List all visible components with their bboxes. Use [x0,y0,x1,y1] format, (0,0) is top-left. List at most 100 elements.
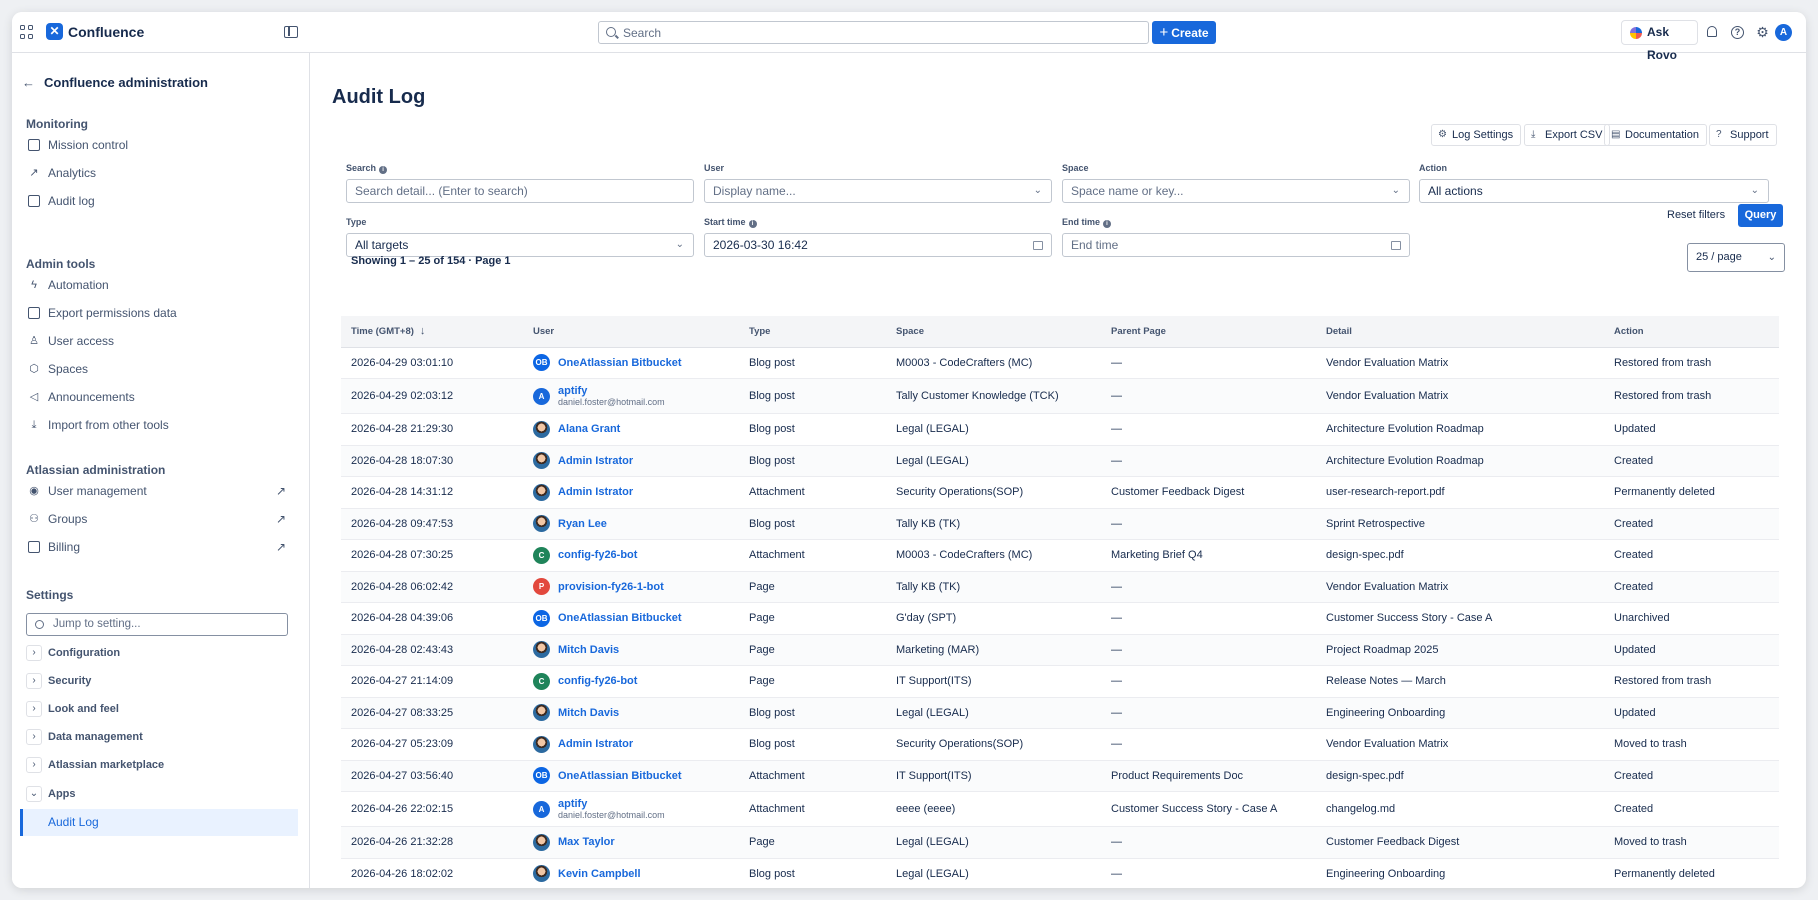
end-time-input[interactable]: End time [1062,233,1410,257]
space-filter-select[interactable]: Space name or key... ⌄ [1062,179,1410,203]
user-avatar[interactable] [533,641,550,659]
documentation-button[interactable]: ▤ Documentation [1604,124,1707,146]
user-name-link[interactable]: Mitch Davis [558,644,619,656]
sidebar-item-import[interactable]: ⤓ Import from other tools [26,412,296,438]
user-avatar[interactable]: C [533,546,550,564]
cell-detail[interactable]: Vendor Evaluation Matrix [1316,571,1604,603]
user-name-link[interactable]: config-fy26-bot [558,675,637,687]
user-name-link[interactable]: OneAtlassian Bitbucket [558,357,681,369]
user-avatar[interactable] [533,483,550,501]
table-export-icon [28,307,40,319]
global-search-input[interactable]: Search [598,21,1149,44]
action-filter-label: Action [1419,163,1447,173]
sidebar-item-audit-log[interactable]: Audit log [26,188,296,214]
sidebar-item-user-management[interactable]: ◉ User management ↗ [26,478,296,504]
user-avatar[interactable] [533,515,550,533]
cell-detail[interactable]: Architecture Evolution Roadmap [1316,413,1604,446]
app-switcher-icon[interactable] [20,25,34,39]
user-name-link[interactable]: Mitch Davis [558,707,619,719]
user-name-link[interactable]: Admin Istrator [558,486,633,498]
settings-item-look-and-feel[interactable]: › Look and feel [26,698,296,720]
user-avatar[interactable]: OB [533,354,550,372]
user-avatar[interactable] [533,452,550,470]
settings-item-security[interactable]: › Security [26,670,296,692]
user-avatar[interactable]: OB [533,767,550,785]
user-name-link[interactable]: Alana Grant [558,423,620,435]
column-header-time[interactable]: Time (GMT+8) ↓ [341,316,523,348]
user-name-link[interactable]: config-fy26-bot [558,549,637,561]
create-button[interactable]: + Create [1152,21,1216,44]
export-csv-button[interactable]: ⤓ Export CSV [1524,124,1611,146]
back-to-admin-link[interactable]: ← Confluence administration [22,75,208,90]
reset-filters-button[interactable]: Reset filters [1667,209,1725,221]
log-settings-button[interactable]: ⚙ Log Settings [1431,124,1522,146]
cell-parent-page[interactable]: Customer Success Story - Case A [1101,791,1316,827]
type-filter-select[interactable]: All targets ⌄ [346,233,694,257]
user-avatar[interactable]: A [533,387,550,405]
confluence-logo-icon[interactable]: ✕ [46,23,63,40]
user-name-link[interactable]: Kevin Campbell [558,868,641,880]
user-name-link[interactable]: Admin Istrator [558,738,633,750]
sidebar-item-spaces[interactable]: ⬡ Spaces [26,356,296,382]
search-detail-input[interactable]: Search detail... (Enter to search) [346,179,694,203]
user-avatar[interactable] [533,420,550,438]
cell-parent-page[interactable]: Product Requirements Doc [1101,760,1316,792]
user-avatar[interactable] [533,865,550,883]
sidebar-item-billing[interactable]: Billing ↗ [26,534,296,560]
sidebar-item-user-access[interactable]: ♙ User access [26,328,296,354]
settings-item-apps[interactable]: ⌄ Apps [26,783,296,805]
cell-parent-page[interactable]: Customer Feedback Digest [1101,476,1316,509]
sidebar-item-groups[interactable]: ⚇ Groups ↗ [26,506,296,532]
cell-detail[interactable]: Sprint Retrospective [1316,508,1604,540]
sidebar-item-automation[interactable]: ϟ Automation [26,272,296,298]
user-name-link[interactable]: provision-fy26-1-bot [558,581,664,593]
cell-detail[interactable]: Release Notes — March [1316,665,1604,698]
user-name-link[interactable]: Admin Istrator [558,455,633,467]
sidebar-item-announcements[interactable]: ◁ Announcements [26,384,296,410]
cell-detail[interactable]: Vendor Evaluation Matrix [1316,378,1604,414]
cell-detail[interactable]: Engineering Onboarding [1316,697,1604,729]
user-name-link[interactable]: OneAtlassian Bitbucket [558,612,681,624]
user-avatar[interactable] [533,704,550,722]
sidebar-item-mission-control[interactable]: Mission control [26,132,296,158]
user-name-link[interactable]: Max Taylor [558,836,615,848]
cell-parent-page: — [1101,826,1316,859]
cell-parent-page[interactable]: Marketing Brief Q4 [1101,539,1316,572]
page-size-select[interactable]: 25 / page ⌄ [1687,243,1785,272]
settings-gear-icon[interactable]: ⚙ [1756,25,1769,39]
app-name[interactable]: Confluence [68,24,144,40]
action-filter-select[interactable]: All actions ⌄ [1419,179,1769,203]
sort-arrow-down-icon[interactable]: ↓ [420,325,426,337]
jump-to-setting-input[interactable]: Jump to setting... [26,613,288,636]
user-name-link[interactable]: aptify [558,385,665,397]
cell-detail[interactable]: Vendor Evaluation Matrix [1316,347,1604,379]
user-filter-select[interactable]: Display name... ⌄ [704,179,1052,203]
help-icon[interactable]: ? [1731,26,1744,39]
user-avatar[interactable] [533,735,550,753]
settings-item-configuration[interactable]: › Configuration [26,642,296,664]
user-name-link[interactable]: OneAtlassian Bitbucket [558,770,681,782]
user-avatar[interactable]: OB [533,609,550,627]
cell-detail[interactable]: Architecture Evolution Roadmap [1316,445,1604,477]
user-avatar[interactable]: C [533,672,550,690]
ask-rovo-button[interactable]: Ask Rovo [1621,20,1698,62]
cell-action: Unarchived [1604,602,1779,635]
cell-detail[interactable]: Customer Success Story - Case A [1316,602,1604,635]
sidebar-item-analytics[interactable]: ↗ Analytics [26,160,296,186]
notifications-bell-icon[interactable] [1707,26,1717,37]
settings-item-marketplace[interactable]: › Atlassian marketplace [26,754,296,776]
sidebar-item-export-permissions[interactable]: Export permissions data [26,300,296,326]
query-button[interactable]: Query [1738,204,1783,227]
cell-detail[interactable]: Project Roadmap 2025 [1316,634,1604,666]
user-avatar[interactable] [533,833,550,851]
settings-item-data-management[interactable]: › Data management [26,726,296,748]
user-avatar[interactable]: A [533,800,550,818]
sidebar-item-audit-log-active[interactable]: Audit Log [20,809,298,836]
profile-avatar[interactable]: A [1775,24,1792,41]
user-name-link[interactable]: Ryan Lee [558,518,607,530]
start-time-input[interactable]: 2026-03-30 16:42 [704,233,1052,257]
user-avatar[interactable]: P [533,578,550,596]
support-button[interactable]: ? Support [1709,124,1777,146]
user-name-link[interactable]: aptify [558,798,665,810]
sidebar-toggle-icon[interactable] [284,26,298,38]
